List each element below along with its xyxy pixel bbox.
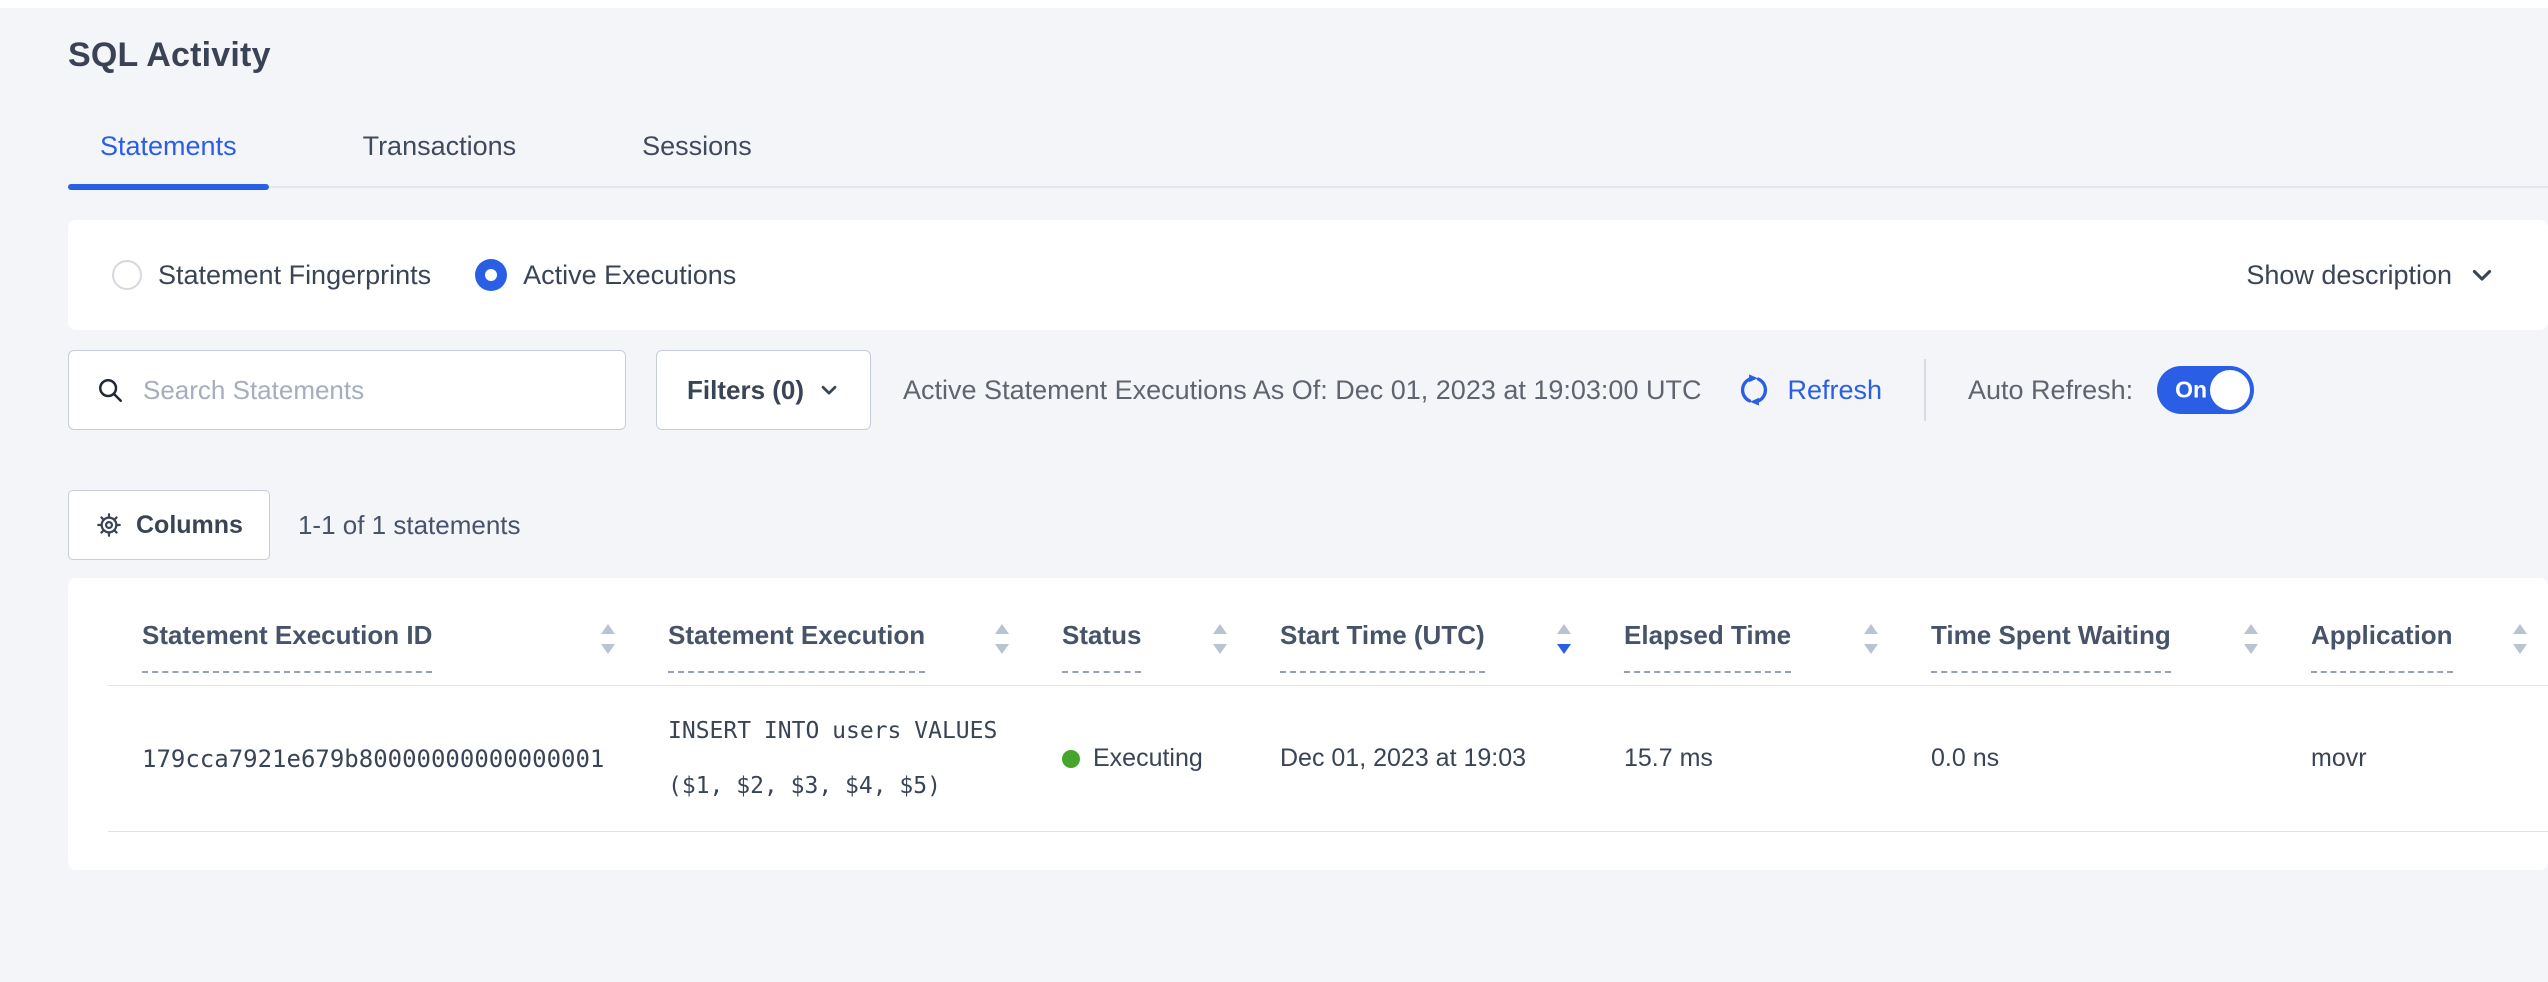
cell-time-spent-waiting: 0.0 ns [1931, 686, 2311, 832]
column-header-application[interactable]: Application [2311, 578, 2548, 686]
sort-icon[interactable] [992, 622, 1012, 661]
sort-icon[interactable] [2510, 622, 2530, 661]
sql-activity-page: SQL Activity Statements Transactions Ses… [0, 8, 2548, 870]
cell-status: Executing [1062, 686, 1280, 832]
results-count: 1-1 of 1 statements [298, 510, 521, 541]
chevron-down-icon [818, 379, 840, 401]
show-description-label: Show description [2246, 260, 2452, 291]
radio-label: Active Executions [523, 260, 736, 291]
gear-icon [95, 511, 123, 539]
tab-label: Sessions [642, 131, 752, 161]
column-header-elapsed-time[interactable]: Elapsed Time [1624, 578, 1931, 686]
toolbar: Filters (0) Active Statement Executions … [68, 350, 2548, 430]
sort-icon[interactable] [1861, 622, 1881, 661]
view-mode-card: Statement Fingerprints Active Executions… [68, 220, 2548, 330]
radio-statement-fingerprints[interactable]: Statement Fingerprints [112, 260, 431, 291]
statements-table-card: Statement Execution ID Statement Executi… [68, 578, 2548, 870]
column-label: Time Spent Waiting [1931, 620, 2171, 673]
filters-label: Filters (0) [687, 375, 804, 406]
column-header-status[interactable]: Status [1062, 578, 1280, 686]
sort-icon[interactable] [1210, 622, 1230, 661]
auto-refresh-label: Auto Refresh: [1968, 375, 2133, 406]
table-row: 179cca7921e679b80000000000000001 INSERT … [108, 686, 2548, 832]
cell-statement-execution-id[interactable]: 179cca7921e679b80000000000000001 [108, 686, 668, 832]
search-icon [95, 375, 125, 405]
column-label: Statement Execution ID [142, 620, 432, 673]
cell-elapsed-time: 15.7 ms [1624, 686, 1931, 832]
active-executions-table: Statement Execution ID Statement Executi… [108, 578, 2548, 832]
column-label: Start Time (UTC) [1280, 620, 1485, 673]
column-label: Status [1062, 620, 1141, 673]
radio-active-executions[interactable]: Active Executions [475, 259, 736, 291]
cell-statement-execution[interactable]: INSERT INTO users VALUES ($1, $2, $3, $4… [668, 686, 1062, 832]
as-of-text: Active Statement Executions As Of: Dec 0… [903, 375, 1701, 406]
tab-bar: Statements Transactions Sessions [68, 131, 2548, 188]
cell-start-time: Dec 01, 2023 at 19:03 [1280, 686, 1624, 832]
column-label: Application [2311, 620, 2453, 673]
statement-text: INSERT INTO users VALUES ($1, $2, $3, $4… [668, 704, 1054, 812]
tab-sessions[interactable]: Sessions [610, 131, 784, 186]
vertical-divider [1924, 359, 1926, 421]
tab-transactions[interactable]: Transactions [331, 131, 549, 186]
table-controls-row: Columns 1-1 of 1 statements [68, 490, 2548, 560]
column-header-time-spent-waiting[interactable]: Time Spent Waiting [1931, 578, 2311, 686]
top-strip [0, 0, 2548, 8]
page-title: SQL Activity [68, 8, 2548, 75]
cell-application: movr [2311, 686, 2548, 832]
auto-refresh-toggle[interactable]: On [2157, 366, 2254, 414]
status-executing-icon [1062, 750, 1080, 768]
sort-icon-active-desc[interactable] [1554, 622, 1574, 661]
columns-button-label: Columns [136, 511, 243, 540]
columns-button[interactable]: Columns [68, 490, 270, 560]
column-header-start-time[interactable]: Start Time (UTC) [1280, 578, 1624, 686]
toggle-knob [2210, 370, 2250, 410]
sort-icon[interactable] [598, 622, 618, 661]
show-description-toggle[interactable]: Show description [2246, 260, 2496, 291]
sort-icon[interactable] [2241, 622, 2261, 661]
tab-statements[interactable]: Statements [68, 131, 269, 186]
tab-label: Statements [100, 131, 237, 161]
chevron-down-icon [2468, 261, 2496, 289]
table-header-row: Statement Execution ID Statement Executi… [108, 578, 2548, 686]
column-label: Elapsed Time [1624, 620, 1791, 673]
column-header-statement-execution[interactable]: Statement Execution [668, 578, 1062, 686]
toggle-state-label: On [2175, 377, 2207, 404]
radio-checked-icon [475, 259, 507, 291]
tab-label: Transactions [363, 131, 517, 161]
radio-label: Statement Fingerprints [158, 260, 431, 291]
refresh-button[interactable]: Refresh [1735, 371, 1882, 409]
refresh-label: Refresh [1787, 375, 1882, 406]
status-label: Executing [1093, 744, 1203, 773]
column-header-statement-execution-id[interactable]: Statement Execution ID [108, 578, 668, 686]
search-input[interactable] [143, 375, 611, 406]
filters-button[interactable]: Filters (0) [656, 350, 871, 430]
refresh-icon [1735, 371, 1773, 409]
column-label: Statement Execution [668, 620, 925, 673]
search-box [68, 350, 626, 430]
radio-unchecked-icon [112, 260, 142, 290]
